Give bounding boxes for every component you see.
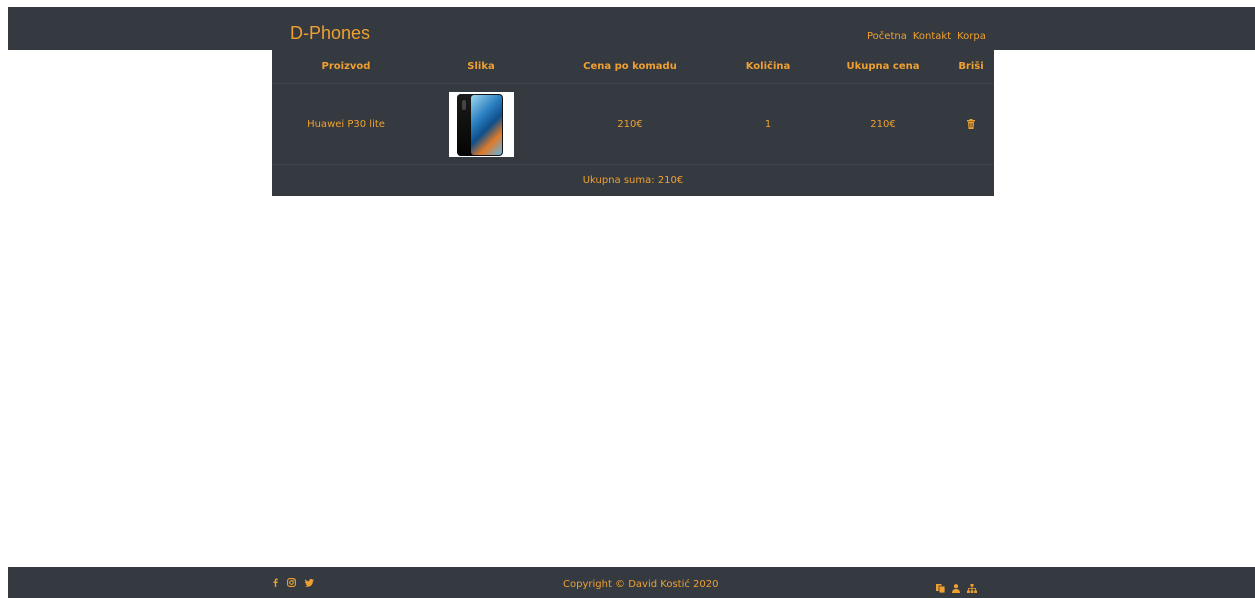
- copy-icon[interactable]: [936, 578, 946, 597]
- facebook-icon[interactable]: [273, 578, 278, 590]
- column-header-total: Ukupna cena: [846, 61, 920, 72]
- column-header-unit-price: Cena po komadu: [583, 61, 677, 72]
- social-links: [273, 578, 314, 590]
- table-row: Huawei P30 lite 210€ 1 210€: [272, 84, 994, 165]
- phone-illustration: [456, 93, 503, 156]
- footer-icon-group: [936, 578, 977, 597]
- nav-link-kontakt[interactable]: Kontakt: [913, 31, 951, 43]
- nav-link-korpa[interactable]: Korpa: [957, 31, 986, 43]
- table-header-row: Proizvod Slika Cena po komadu Količina U…: [272, 50, 994, 84]
- main-nav: Početna Kontakt Korpa: [867, 31, 986, 43]
- product-name: Huawei P30 lite: [307, 118, 385, 130]
- sitemap-icon[interactable]: [967, 578, 977, 597]
- column-header-image: Slika: [467, 61, 495, 72]
- twitter-icon[interactable]: [305, 578, 314, 590]
- phone-image: [448, 91, 514, 157]
- column-header-quantity: Količina: [745, 61, 791, 72]
- column-header-product: Proizvod: [321, 61, 371, 72]
- brand-logo[interactable]: D-Phones: [290, 23, 370, 43]
- product-image-cell: [420, 84, 542, 164]
- nav-link-pocetna[interactable]: Početna: [867, 31, 907, 43]
- cart-summary-row: Ukupna suma: 210€: [272, 165, 994, 196]
- cart-table: Proizvod Slika Cena po komadu Količina U…: [272, 50, 994, 196]
- trash-icon[interactable]: [967, 119, 975, 129]
- quantity: 1: [764, 118, 772, 130]
- column-header-delete: Briši: [958, 61, 984, 72]
- copyright-text: Copyright © David Kostić 2020: [563, 579, 719, 590]
- instagram-icon[interactable]: [287, 578, 296, 590]
- cart-total-sum: Ukupna suma: 210€: [582, 175, 684, 186]
- delete-cell: [948, 84, 994, 164]
- row-total: 210€: [870, 118, 896, 130]
- unit-price: 210€: [617, 118, 643, 130]
- footer: Copyright © David Kostić 2020: [8, 567, 1255, 598]
- header-navbar: D-Phones Početna Kontakt Korpa: [8, 7, 1255, 50]
- user-icon[interactable]: [952, 578, 960, 597]
- phone-camera: [461, 99, 466, 110]
- phone-screen: [470, 94, 502, 155]
